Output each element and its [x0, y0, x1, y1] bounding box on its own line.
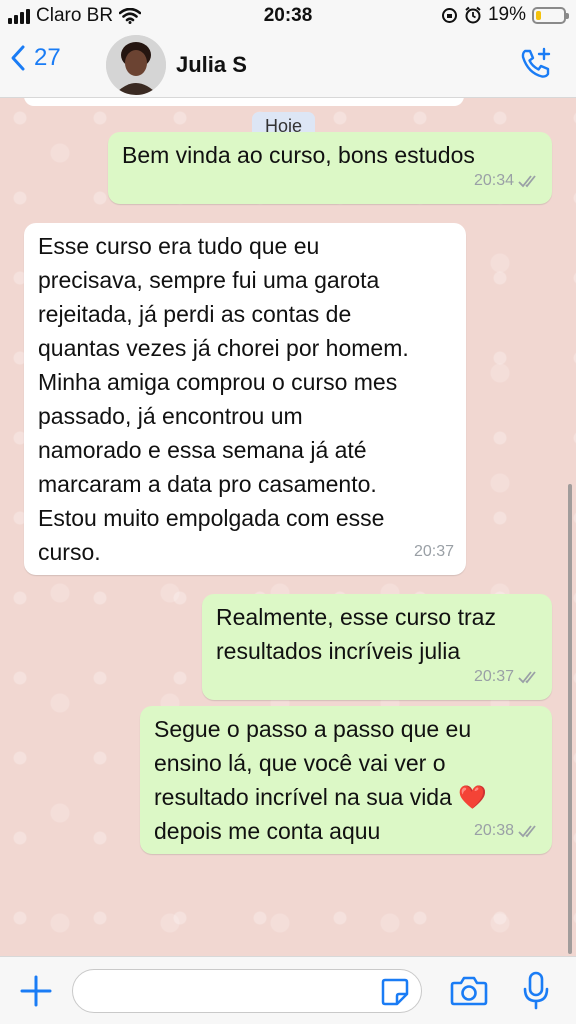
message-meta: 20:38	[474, 814, 540, 848]
camera-icon	[450, 976, 488, 1006]
attach-button[interactable]	[18, 973, 54, 1014]
chevron-left-icon	[11, 45, 25, 71]
avatar[interactable]	[106, 35, 166, 95]
add-call-button[interactable]	[518, 46, 554, 87]
camera-button[interactable]	[450, 975, 488, 1012]
microphone-button[interactable]	[522, 971, 550, 1016]
scrollbar[interactable]	[568, 484, 572, 954]
message-bubble-outgoing[interactable]: Realmente, esse curso traz resultados in…	[202, 594, 552, 700]
battery-fill	[536, 10, 541, 20]
message-input[interactable]	[72, 969, 422, 1013]
battery-icon	[532, 6, 569, 24]
message-bubble-outgoing[interactable]: Bem vinda ao curso, bons estudos 20:34	[108, 132, 552, 204]
message-meta: 20:37	[414, 535, 454, 569]
message-text: Esse curso era tudo que eu precisava, se…	[38, 233, 409, 565]
read-ticks-icon	[518, 671, 536, 684]
status-right: 19%	[441, 4, 569, 26]
unread-count: 27	[34, 44, 61, 71]
previous-message-bubble	[24, 98, 464, 106]
orientation-lock-icon	[441, 7, 457, 23]
read-ticks-icon	[518, 175, 536, 188]
message-meta: 20:37	[474, 660, 540, 694]
message-bubble-outgoing[interactable]: Segue o passo a passo que eu ensino lá, …	[140, 706, 552, 854]
back-button[interactable]: 27	[10, 44, 61, 72]
contact-name[interactable]: Julia S	[176, 52, 247, 78]
message-meta: 20:34	[474, 164, 540, 198]
phone-add-icon	[521, 47, 551, 78]
status-bar: Claro BR 20:38 19%	[0, 0, 576, 32]
read-ticks-icon	[518, 825, 536, 838]
avatar-image	[106, 35, 166, 95]
input-bar	[0, 956, 576, 1024]
message-text: Realmente, esse curso traz resultados in…	[216, 604, 496, 664]
sticker-icon	[381, 978, 409, 1006]
chat-area[interactable]: Hoje Bem vinda ao curso, bons estudos 20…	[0, 98, 576, 956]
battery-percentage: 19%	[487, 4, 526, 25]
message-time: 20:34	[473, 172, 514, 189]
chat-header: 27 Julia S	[0, 32, 576, 98]
alarm-icon	[465, 6, 481, 24]
message-bubble-incoming[interactable]: Esse curso era tudo que eu precisava, se…	[24, 223, 466, 575]
message-time: 20:37	[473, 668, 514, 685]
microphone-icon	[523, 971, 549, 1010]
plus-icon	[20, 975, 52, 1007]
sticker-button[interactable]	[380, 977, 410, 1012]
message-time: 20:37	[413, 543, 454, 560]
message-time: 20:38	[473, 822, 514, 839]
